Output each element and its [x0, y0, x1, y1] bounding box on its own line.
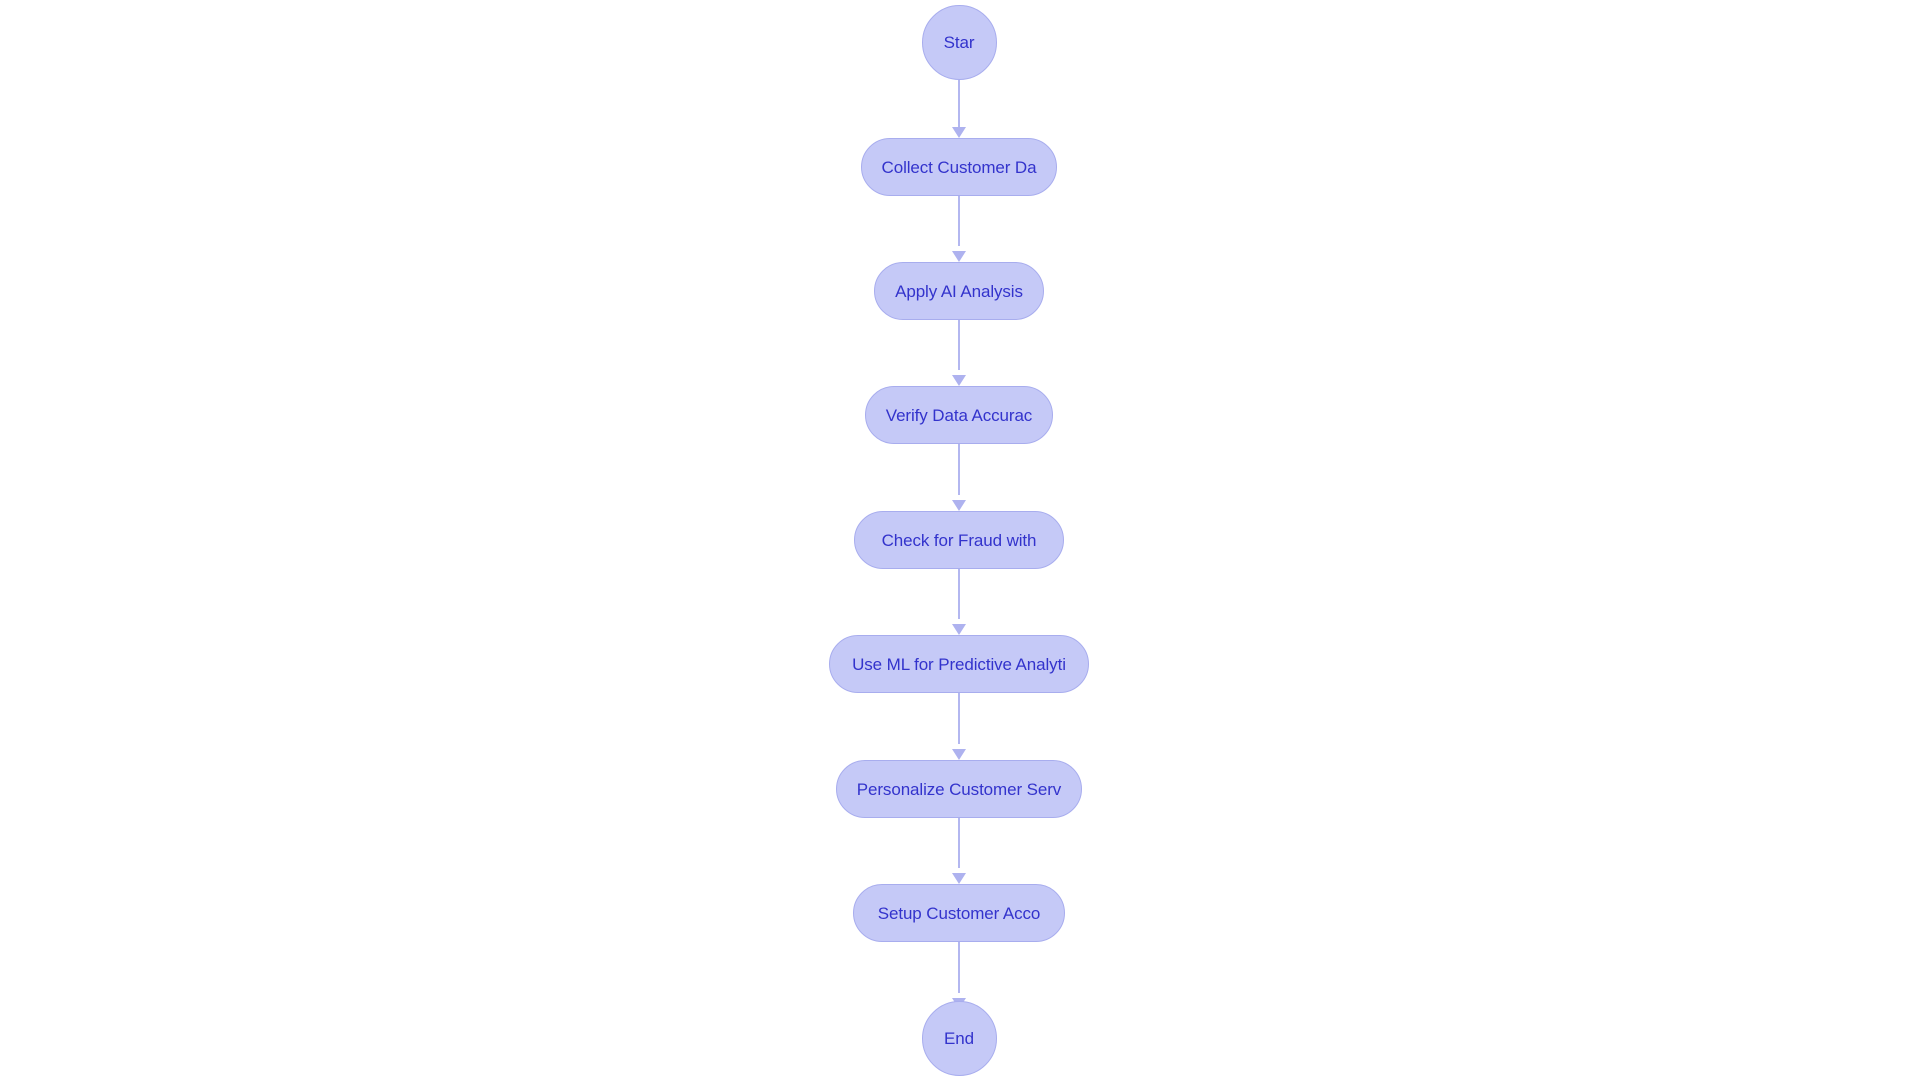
arrowhead-personalize-customer-service-to-setup-customer-account — [952, 873, 966, 884]
flowchart-node-use-ml-for-predictive-analytics-label: Use ML for Predictive Analyti — [852, 654, 1066, 674]
flowchart-node-verify-data-accuracy[interactable]: Verify Data Accurac — [865, 386, 1053, 444]
arrowhead-collect-customer-data-to-apply-ai-analysis — [952, 251, 966, 262]
flowchart-node-start[interactable]: Star — [921, 4, 997, 80]
flowchart-node-collect-customer-data-label: Collect Customer Da — [881, 157, 1037, 177]
connector-start-to-collect-customer-data — [958, 80, 960, 128]
flowchart-node-personalize-customer-service[interactable]: Personalize Customer Serv — [836, 760, 1082, 818]
flowchart-node-collect-customer-data[interactable]: Collect Customer Da — [861, 138, 1057, 196]
flowchart-node-setup-customer-account-label: Setup Customer Acco — [877, 903, 1041, 923]
flowchart-node-check-for-fraud-with-ai[interactable]: Check for Fraud with — [854, 511, 1064, 569]
arrowhead-check-for-fraud-with-ai-to-use-ml-for-predictive-analytics — [952, 624, 966, 635]
flowchart-node-end[interactable]: End — [921, 1000, 997, 1076]
connector-setup-customer-account-to-end — [958, 942, 960, 993]
arrowhead-verify-data-accuracy-to-check-for-fraud-with-ai — [952, 500, 966, 511]
flowchart-canvas: Star Collect Customer Da Apply AI Analys… — [0, 0, 1920, 1080]
flowchart-node-end-label: End — [944, 1028, 974, 1048]
flowchart-node-setup-customer-account[interactable]: Setup Customer Acco — [853, 884, 1065, 942]
flowchart-node-check-for-fraud-with-ai-label: Check for Fraud with — [881, 530, 1037, 550]
flowchart-node-use-ml-for-predictive-analytics[interactable]: Use ML for Predictive Analyti — [829, 635, 1089, 693]
connector-collect-customer-data-to-apply-ai-analysis — [958, 196, 960, 246]
flowchart-node-apply-ai-analysis[interactable]: Apply AI Analysis — [874, 262, 1044, 320]
connector-personalize-customer-service-to-setup-customer-account — [958, 818, 960, 868]
connector-verify-data-accuracy-to-check-for-fraud-with-ai — [958, 444, 960, 495]
flowchart-node-column: Star Collect Customer Da Apply AI Analys… — [0, 0, 1920, 1080]
flowchart-node-verify-data-accuracy-label: Verify Data Accurac — [885, 405, 1033, 425]
connector-apply-ai-analysis-to-verify-data-accuracy — [958, 320, 960, 370]
flowchart-node-personalize-customer-service-label: Personalize Customer Serv — [856, 779, 1062, 799]
flowchart-node-apply-ai-analysis-label: Apply AI Analysis — [895, 281, 1023, 301]
connector-use-ml-for-predictive-analytics-to-personalize-customer-service — [958, 693, 960, 744]
connector-check-for-fraud-with-ai-to-use-ml-for-predictive-analytics — [958, 569, 960, 619]
arrowhead-start-to-collect-customer-data — [952, 127, 966, 138]
arrowhead-use-ml-for-predictive-analytics-to-personalize-customer-service — [952, 749, 966, 760]
arrowhead-apply-ai-analysis-to-verify-data-accuracy — [952, 375, 966, 386]
flowchart-node-start-label: Star — [943, 32, 975, 52]
